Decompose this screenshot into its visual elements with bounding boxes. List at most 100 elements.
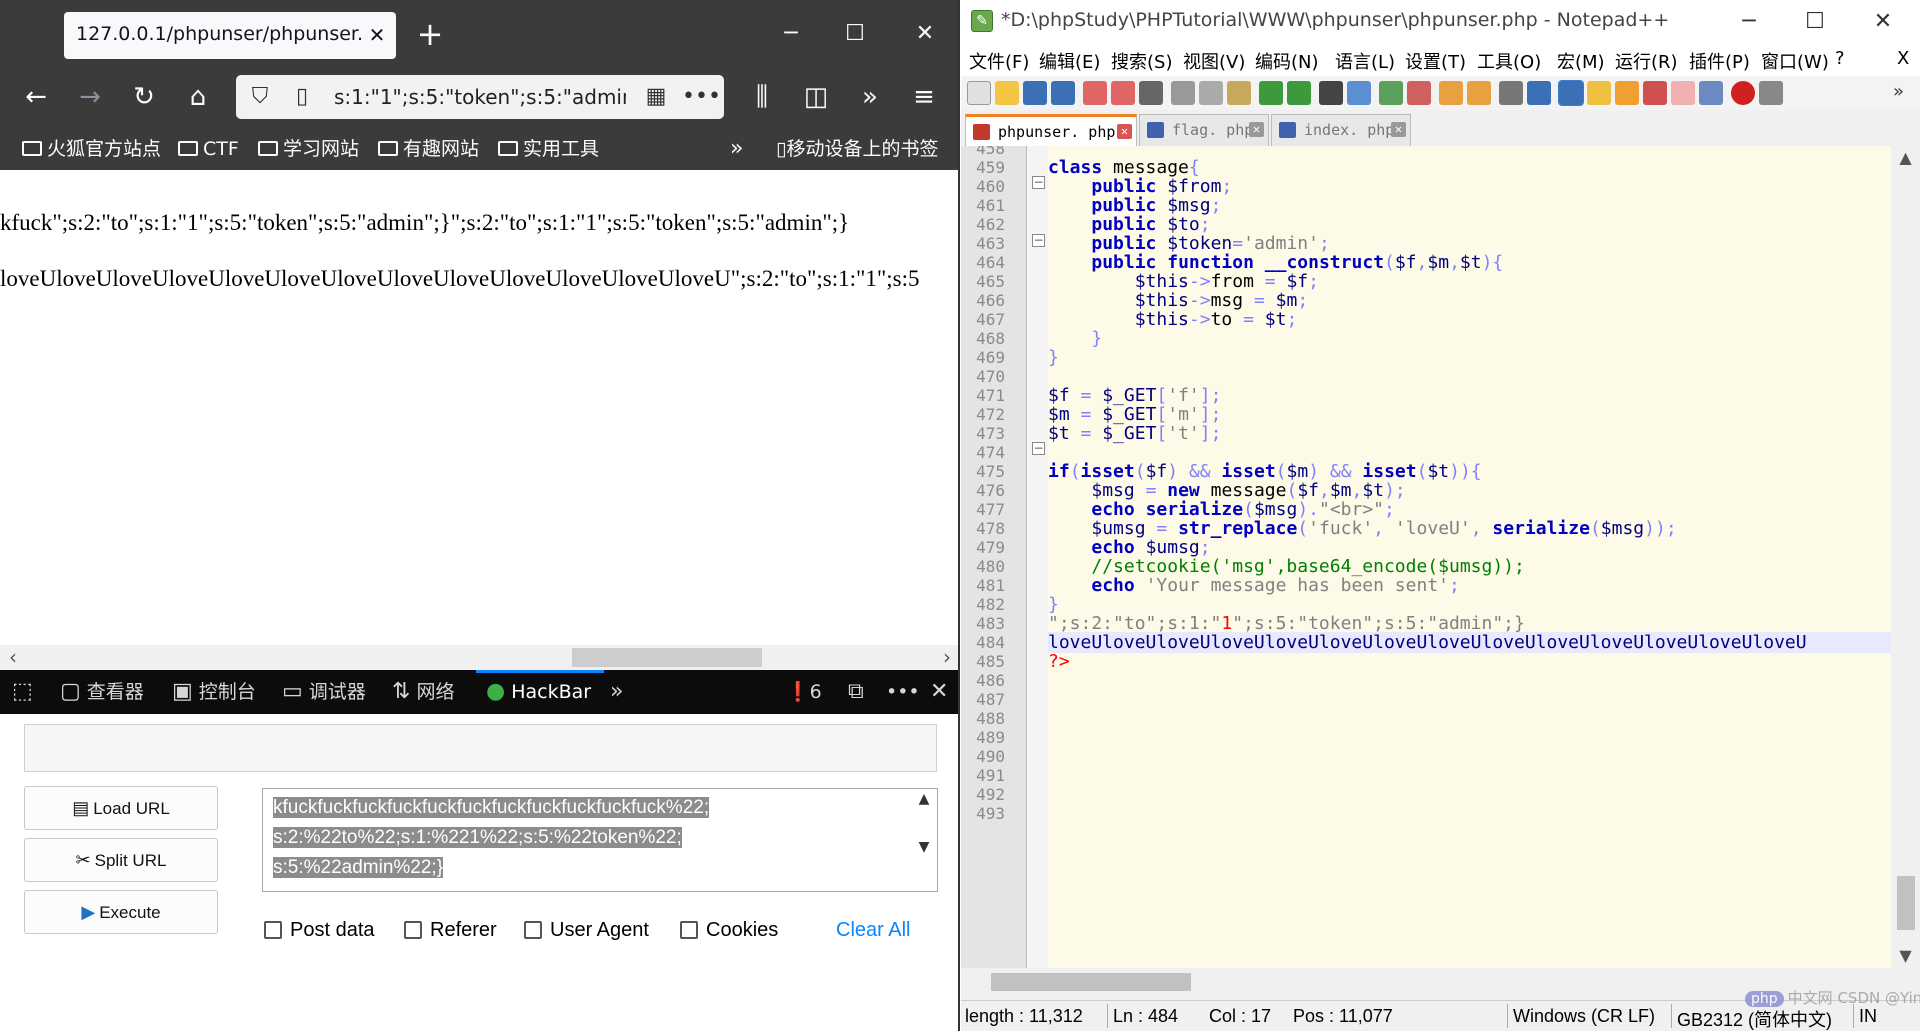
fold-marker-icon[interactable]: − [1032, 442, 1045, 455]
close-file-tab-icon[interactable]: ✕ [1249, 122, 1264, 137]
status-encoding[interactable]: GB2312 (简体中文) [1677, 1006, 1832, 1031]
print-icon[interactable] [1139, 81, 1163, 105]
scroll-right-icon[interactable]: › [936, 646, 958, 668]
menu-edit[interactable]: 编辑(E) [1039, 48, 1100, 74]
save-all-icon[interactable] [1051, 81, 1075, 105]
scroll-up-icon[interactable]: ▲ [1891, 148, 1920, 167]
npp-close-icon[interactable]: ✕ [1855, 4, 1911, 40]
file-tab-index[interactable]: index. php ✕ [1271, 114, 1411, 146]
shield-icon[interactable]: ⛉ [244, 81, 276, 113]
paste-icon[interactable] [1227, 81, 1251, 105]
page-horizontal-scrollbar[interactable]: ‹ › [0, 645, 958, 670]
execute-button[interactable]: ▶ Execute [24, 890, 218, 934]
bookmark-folder-official[interactable]: 火狐官方站点 [22, 135, 161, 163]
menu-window[interactable]: 窗口(W) [1761, 48, 1829, 74]
close-all-icon[interactable] [1111, 81, 1135, 105]
menu-search[interactable]: 搜索(S) [1111, 48, 1172, 74]
bookmark-folder-study[interactable]: 学习网站 [258, 135, 359, 163]
scroll-left-icon[interactable]: ‹ [2, 646, 24, 668]
menu-close-doc[interactable]: X [1897, 48, 1909, 69]
devtools-options-icon[interactable]: ••• [886, 676, 920, 708]
sidebar-icon[interactable]: ◫ [796, 77, 836, 117]
cut-icon[interactable] [1171, 81, 1195, 105]
split-url-button[interactable]: ✂ Split URL [24, 838, 218, 882]
copy-icon[interactable] [1199, 81, 1223, 105]
menu-language[interactable]: 语言(L) [1335, 48, 1395, 74]
close-file-tab-icon[interactable]: ✕ [1117, 124, 1132, 139]
scrollbar-thumb[interactable] [1897, 876, 1915, 930]
bookmark-folder-tools[interactable]: 实用工具 [498, 135, 599, 163]
tab-inspector[interactable]: ▢ 查看器 [60, 676, 144, 708]
replace-icon[interactable] [1347, 81, 1371, 105]
bookmarks-overflow-icon[interactable]: » [730, 135, 743, 163]
scrollbar-thumb[interactable] [991, 973, 1191, 991]
close-window-icon[interactable]: ✕ [900, 14, 950, 54]
responsive-design-icon[interactable]: ⧉ [848, 676, 870, 708]
menu-macro[interactable]: 宏(M) [1557, 48, 1605, 74]
folder-workspace-icon[interactable] [1671, 81, 1695, 105]
fold-marker-icon[interactable]: − [1032, 234, 1045, 247]
new-file-icon[interactable] [967, 81, 991, 105]
save-icon[interactable] [1023, 81, 1047, 105]
tab-network[interactable]: ⇅ 网络 [392, 676, 454, 708]
tab-hackbar[interactable]: ● HackBar [486, 676, 591, 708]
record-macro-icon[interactable] [1731, 81, 1755, 105]
bookmark-folder-fun[interactable]: 有趣网站 [378, 135, 479, 163]
status-eol[interactable]: Windows (CR LF) [1513, 1006, 1655, 1027]
browser-tab-active[interactable]: 127.0.0.1/phpunser/phpunser.php ✕ [64, 12, 396, 59]
minimize-icon[interactable]: ─ [766, 14, 816, 54]
undo-icon[interactable] [1259, 81, 1283, 105]
clear-all-link[interactable]: Clear All [836, 915, 910, 945]
qrcode-icon[interactable]: ▦ [640, 81, 672, 113]
close-file-icon[interactable] [1083, 81, 1107, 105]
menu-view[interactable]: 视图(V) [1183, 48, 1245, 74]
menu-file[interactable]: 文件(F) [969, 48, 1029, 74]
monitor-icon[interactable] [1699, 81, 1723, 105]
post-data-checkbox[interactable]: Post data [264, 915, 375, 945]
redo-icon[interactable] [1287, 81, 1311, 105]
function-list-icon[interactable] [1643, 81, 1667, 105]
devtools-overflow-icon[interactable]: » [610, 676, 623, 708]
file-tab-flag[interactable]: flag. php ✕ [1139, 114, 1269, 146]
doc-map-icon[interactable] [1615, 81, 1639, 105]
file-tab-phpunser[interactable]: phpunser. php ✕ [965, 114, 1137, 146]
mobile-bookmarks[interactable]: ▯移动设备上的书签 [776, 135, 938, 163]
scroll-down-icon[interactable]: ▼ [1891, 946, 1920, 965]
npp-minimize-icon[interactable]: ─ [1721, 4, 1777, 40]
menu-encoding[interactable]: 编码(N) [1255, 48, 1319, 74]
sync-v-icon[interactable] [1439, 81, 1463, 105]
editor-vertical-scrollbar[interactable]: ▲ ▼ [1891, 146, 1920, 968]
close-tab-icon[interactable]: ✕ [364, 20, 390, 50]
textarea-scrollbar[interactable]: ▲ ▼ [913, 791, 935, 889]
tab-debugger[interactable]: ▭ 调试器 [282, 676, 366, 708]
show-all-chars-icon[interactable] [1527, 81, 1551, 105]
error-count[interactable]: ❗6 [786, 676, 822, 708]
close-devtools-icon[interactable]: ✕ [930, 676, 948, 708]
code-editor[interactable]: 458 459 460 461 462 463 464 465 466 467 468 469 470 4… [961, 146, 1920, 968]
cookies-checkbox[interactable]: Cookies [680, 915, 778, 945]
npp-maximize-icon[interactable]: ☐ [1787, 4, 1843, 40]
fold-marker-icon[interactable]: − [1032, 176, 1045, 189]
menu-settings[interactable]: 设置(T) [1405, 48, 1466, 74]
hackbar-top-field[interactable] [24, 724, 937, 772]
user-agent-checkbox[interactable]: User Agent [524, 915, 649, 945]
library-icon[interactable]: ⫼ [742, 77, 782, 117]
tab-console[interactable]: ▣ 控制台 [172, 676, 256, 708]
maximize-icon[interactable]: ☐ [830, 14, 880, 54]
bookmark-folder-ctf[interactable]: CTF [178, 135, 239, 163]
load-url-button[interactable]: ▤ Load URL [24, 786, 218, 830]
back-icon[interactable]: ← [16, 77, 56, 117]
sync-h-icon[interactable] [1467, 81, 1491, 105]
reload-icon[interactable]: ↻ [124, 77, 164, 117]
menu-run[interactable]: 运行(R) [1615, 48, 1678, 74]
word-wrap-icon[interactable] [1499, 81, 1523, 105]
close-file-tab-icon[interactable]: ✕ [1391, 122, 1406, 137]
url-input[interactable]: s:1:"1";s:5:"token";s:5:"admin";} [334, 85, 626, 109]
menu-help[interactable]: ? [1835, 48, 1845, 69]
new-tab-icon[interactable]: + [410, 14, 450, 54]
forward-icon[interactable]: → [70, 77, 110, 117]
referer-checkbox[interactable]: Referer [404, 915, 497, 945]
stop-macro-icon[interactable] [1759, 81, 1783, 105]
open-file-icon[interactable] [995, 81, 1019, 105]
scrollbar-thumb[interactable] [572, 648, 762, 667]
